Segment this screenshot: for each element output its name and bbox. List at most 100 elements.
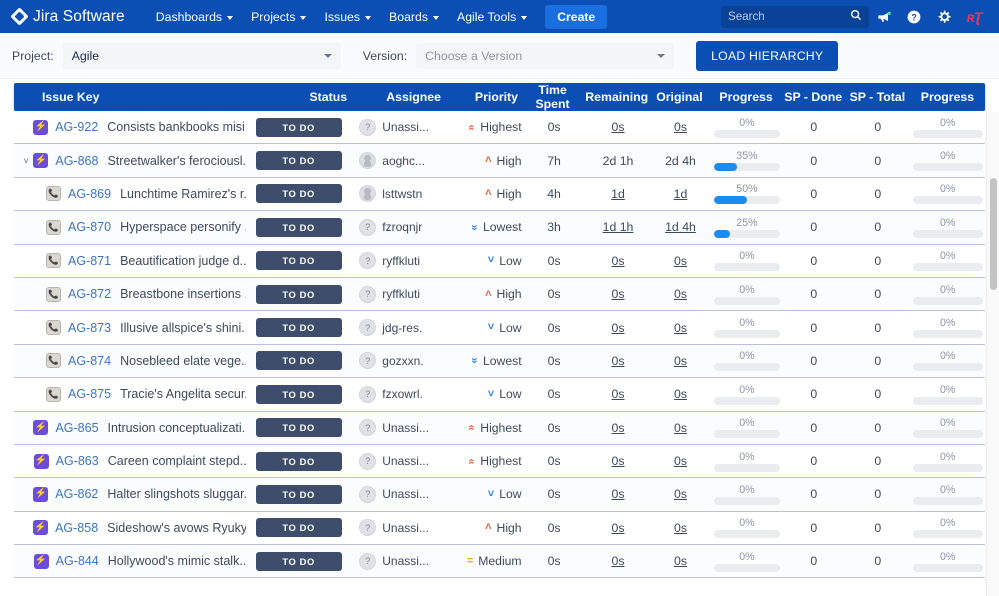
vertical-scrollbar-thumb[interactable] (990, 178, 997, 290)
remaining-estimate-cell[interactable]: 0s (587, 487, 650, 501)
original-estimate-cell[interactable]: 0s (650, 287, 712, 301)
table-row[interactable]: AG-922 Consists bankbooks misi... TO DO? Un… (14, 111, 985, 145)
issue-key-link[interactable]: AG-922 (55, 120, 98, 134)
expand-collapse-chevron-icon[interactable]: ˅ (20, 156, 32, 166)
status-badge[interactable]: TO DO (255, 318, 342, 338)
search-icon[interactable] (850, 8, 862, 26)
column-header-priority[interactable]: Priority (441, 90, 520, 104)
status-badge[interactable]: TO DO (255, 484, 342, 504)
load-hierarchy-button[interactable]: LOAD HIERARCHY (696, 40, 839, 71)
original-estimate-cell[interactable]: 0s (650, 321, 712, 335)
search-box[interactable] (721, 5, 869, 28)
remaining-estimate-cell[interactable]: 0s (587, 287, 650, 301)
jira-brand[interactable]: Jira Software (10, 7, 125, 26)
original-estimate-cell[interactable]: 0s (650, 254, 712, 268)
table-row[interactable]: AG-863 Careen complaint stepd... TO DO? Una… (14, 444, 985, 479)
issue-key-link[interactable]: AG-865 (55, 421, 98, 435)
table-row[interactable]: AG-872 Breastbone insertions ... TO DO? ryf… (14, 277, 985, 312)
status-badge[interactable]: TO DO (255, 217, 342, 237)
status-badge[interactable]: TO DO (255, 418, 342, 438)
remaining-estimate-cell[interactable]: 0s (587, 354, 650, 368)
table-row[interactable]: AG-869 Lunchtime Ramirez's r... TO DO lsttw… (14, 177, 985, 212)
remaining-estimate-cell[interactable]: 0s (587, 554, 650, 568)
search-input[interactable] (728, 10, 848, 23)
column-header-time-spent[interactable]: Time Spent (520, 83, 585, 111)
table-row[interactable]: AG-873 Illusive allspice's shini... TO DO?… (14, 311, 985, 345)
status-badge[interactable]: TO DO (255, 151, 342, 171)
status-badge[interactable]: TO DO (255, 518, 342, 538)
nav-item-projects[interactable]: Projects (242, 5, 315, 29)
table-row[interactable]: ˅ AG-868 Streetwalker's ferociousl... TO DO… (14, 144, 985, 178)
issue-key-link[interactable]: AG-863 (56, 454, 99, 468)
original-estimate-cell[interactable]: 0s (650, 487, 712, 501)
column-header-status[interactable]: Status (243, 90, 349, 104)
original-estimate-cell[interactable]: 0s (650, 120, 712, 134)
remaining-estimate-cell[interactable]: 0s (587, 454, 650, 468)
column-header-progress[interactable]: Progress (910, 90, 985, 104)
original-estimate-cell[interactable]: 0s (650, 554, 712, 568)
original-estimate-cell[interactable]: 0s (650, 421, 712, 435)
remaining-estimate-cell[interactable]: 0s (587, 254, 650, 268)
issue-key-link[interactable]: AG-844 (56, 554, 99, 568)
issue-key-link[interactable]: AG-858 (55, 521, 98, 535)
issue-key-link[interactable]: AG-868 (55, 154, 98, 168)
version-select[interactable]: Choose a Version (416, 42, 675, 69)
remaining-estimate-cell[interactable]: 0s (587, 421, 650, 435)
remaining-estimate-cell[interactable]: 1d (587, 187, 650, 201)
issue-key-link[interactable]: AG-873 (68, 321, 111, 335)
nav-item-issues[interactable]: Issues (315, 5, 380, 29)
nav-item-dashboards[interactable]: Dashboards (147, 5, 242, 29)
gear-icon[interactable] (929, 0, 959, 33)
column-header-original[interactable]: Original (648, 90, 710, 104)
user-avatar[interactable]: ʀƮ (959, 0, 989, 33)
megaphone-icon[interactable] (869, 0, 899, 33)
status-badge[interactable]: TO DO (255, 251, 342, 271)
column-header-sp-done[interactable]: SP - Done (782, 90, 845, 104)
nav-item-agile-tools[interactable]: Agile Tools (448, 5, 536, 29)
table-row[interactable]: AG-862 Halter slingshots sluggar... TO DO?… (14, 478, 985, 512)
table-row[interactable]: AG-874 Nosebleed elate vege... TO DO? gozxx… (14, 344, 985, 379)
table-row[interactable]: AG-870 Hyperspace personify ... TO DO? fzro… (14, 211, 985, 245)
table-row[interactable]: AG-865 Intrusion conceptualizati... TO DO?… (14, 411, 985, 445)
issue-key-link[interactable]: AG-871 (68, 254, 111, 268)
issue-key-link[interactable]: AG-870 (68, 220, 111, 234)
unassigned-avatar-icon: ? (359, 385, 377, 403)
project-select[interactable]: Agile (62, 42, 341, 69)
table-row[interactable]: AG-871 Beautification judge d... TO DO? ryf… (14, 244, 985, 278)
column-header-assignee[interactable]: Assignee (349, 90, 441, 104)
table-row[interactable]: AG-858 Sideshow's avows Ryuky... TO DO? Una… (14, 511, 985, 546)
original-estimate-cell[interactable]: 1d 4h (650, 220, 712, 234)
remaining-estimate-cell[interactable]: 0s (587, 387, 650, 401)
status-badge[interactable]: TO DO (255, 284, 342, 304)
issue-key-link[interactable]: AG-872 (68, 287, 111, 301)
remaining-estimate-cell[interactable]: 0s (587, 120, 650, 134)
original-estimate-cell[interactable]: 0s (650, 387, 712, 401)
original-estimate-cell[interactable]: 0s (650, 454, 712, 468)
issue-key-link[interactable]: AG-862 (55, 487, 98, 501)
remaining-estimate-cell[interactable]: 0s (587, 321, 650, 335)
help-icon[interactable]: ? (899, 0, 929, 33)
nav-item-boards[interactable]: Boards (380, 5, 448, 29)
status-badge[interactable]: TO DO (255, 551, 342, 571)
remaining-estimate-cell[interactable]: 0s (587, 521, 650, 535)
status-badge[interactable]: TO DO (255, 184, 342, 204)
issue-key-link[interactable]: AG-874 (68, 354, 111, 368)
table-row[interactable]: AG-844 Hollywood's mimic stalk... TO DO? Un… (14, 545, 985, 579)
vertical-scrollbar[interactable] (986, 112, 999, 596)
remaining-estimate-cell[interactable]: 1d 1h (587, 220, 650, 234)
column-header-sp-total[interactable]: SP - Total (845, 90, 910, 104)
status-badge[interactable]: TO DO (255, 117, 342, 137)
create-button[interactable]: Create (545, 4, 608, 29)
column-header-progress[interactable]: Progress (711, 90, 782, 104)
column-header-remaining[interactable]: Remaining (585, 90, 648, 104)
original-estimate-cell[interactable]: 0s (650, 521, 712, 535)
original-estimate-cell[interactable]: 0s (650, 354, 712, 368)
column-header-issue-key[interactable]: Issue Key (14, 90, 243, 104)
issue-key-link[interactable]: AG-869 (68, 187, 111, 201)
status-badge[interactable]: TO DO (255, 451, 342, 471)
table-row[interactable]: AG-875 Tracie's Angelita secur... TO DO? fz… (14, 378, 985, 412)
original-estimate-cell[interactable]: 1d (650, 187, 712, 201)
status-badge[interactable]: TO DO (255, 384, 342, 404)
status-badge[interactable]: TO DO (255, 351, 342, 371)
issue-key-link[interactable]: AG-875 (68, 387, 111, 401)
